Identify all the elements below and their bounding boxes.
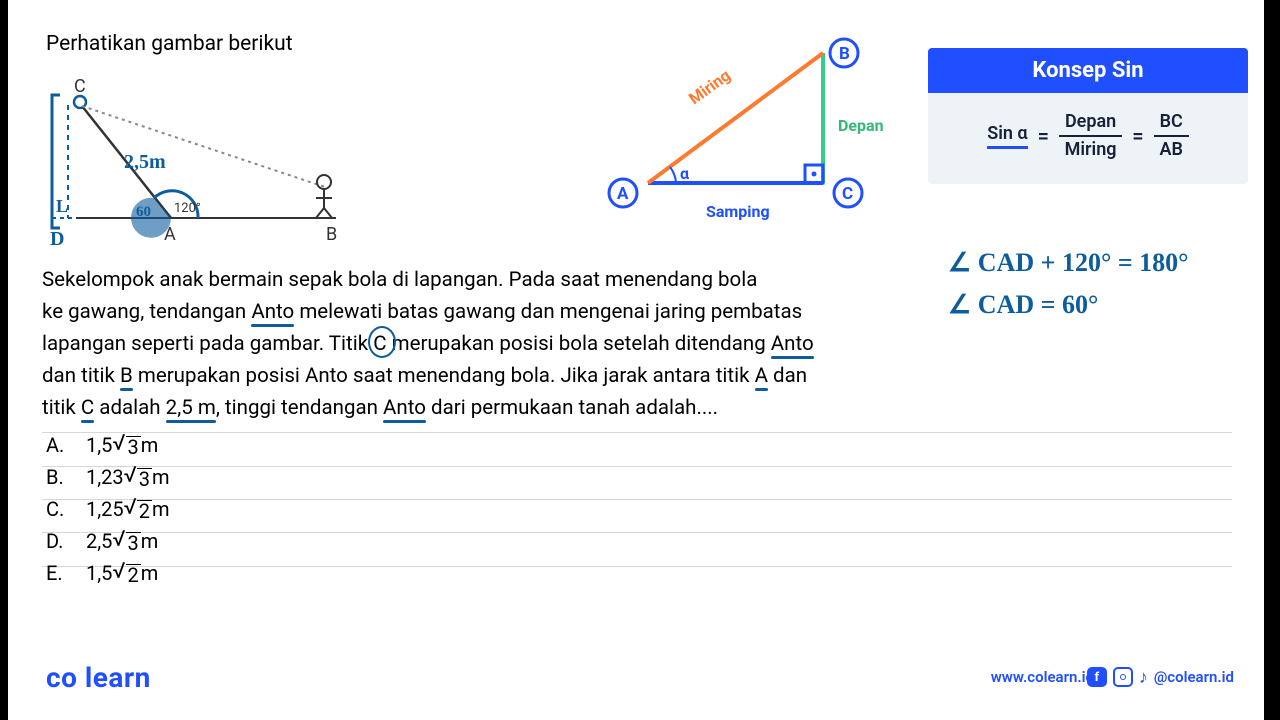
- svg-text:D: D: [50, 228, 64, 245]
- svg-text:A: A: [617, 184, 629, 204]
- fraction-words: Depan Miring: [1059, 111, 1122, 160]
- problem-diagram: C 2,5m 120° 60 L D A B: [46, 70, 346, 245]
- formula-lhs: Sin α: [987, 123, 1027, 149]
- facebook-icon: f: [1087, 667, 1107, 687]
- answer-options: A. 1,5 √3 m B. 1,23 √3 m C. 1,25 √2 m D.…: [46, 433, 170, 593]
- social-handle: @colearn.id: [1154, 668, 1234, 686]
- option-a: A. 1,5 √3 m: [46, 433, 170, 457]
- svg-text:L: L: [56, 196, 68, 216]
- option-d: D. 2,5 √3 m: [46, 529, 170, 553]
- page-frame: Perhatikan gambar berikut C 2,5m 120°: [8, 0, 1264, 720]
- svg-text:B: B: [326, 224, 337, 245]
- svg-text:120°: 120°: [174, 201, 201, 216]
- instagram-icon: [1113, 667, 1133, 687]
- svg-text:α: α: [680, 164, 689, 183]
- svg-text:Samping: Samping: [706, 202, 770, 221]
- concept-triangle-diagram: α A B C Miring Depan Samping: [598, 35, 888, 225]
- concept-formula: Sin α = Depan Miring = BC AB: [928, 93, 1248, 184]
- tiktok-icon: ♪: [1139, 667, 1148, 688]
- option-e: E. 1,5 √2 m: [46, 561, 170, 585]
- svg-text:B: B: [839, 44, 850, 64]
- handwritten-working: ∠ CAD + 120° = 180° ∠ CAD = 60°: [948, 242, 1189, 325]
- svg-text:A: A: [164, 224, 176, 245]
- svg-text:60: 60: [136, 204, 151, 220]
- footer: co learn www.colearn.id f ♪ @colearn.id: [8, 662, 1264, 692]
- svg-text:C: C: [842, 184, 853, 204]
- rule-line: [42, 432, 1232, 433]
- work-line-2: ∠ CAD = 60°: [948, 284, 1189, 326]
- rule-line: [42, 499, 1232, 500]
- option-b: B. 1,23 √3 m: [46, 465, 170, 489]
- rule-line: [42, 566, 1232, 567]
- concept-header: Konsep Sin: [928, 48, 1248, 93]
- svg-text:Depan: Depan: [838, 116, 884, 135]
- option-c: C. 1,25 √2 m: [46, 497, 170, 521]
- brand-logo: co learn: [46, 661, 151, 694]
- instruction-text: Perhatikan gambar berikut: [46, 32, 293, 56]
- rule-line: [42, 532, 1232, 533]
- length-label: 2,5m: [124, 151, 166, 173]
- svg-text:Miring: Miring: [685, 66, 734, 109]
- website-url: www.colearn.id: [991, 668, 1094, 686]
- question-text: Sekelompok anak bermain sepak bola di la…: [42, 265, 932, 425]
- social-links: f ♪ @colearn.id: [1087, 667, 1234, 688]
- work-line-1: ∠ CAD + 120° = 180°: [948, 242, 1189, 284]
- concept-box: Konsep Sin Sin α = Depan Miring = BC AB: [928, 48, 1248, 184]
- svg-text:C: C: [74, 76, 86, 97]
- fraction-letters: BC AB: [1154, 111, 1189, 160]
- rule-line: [42, 466, 1232, 467]
